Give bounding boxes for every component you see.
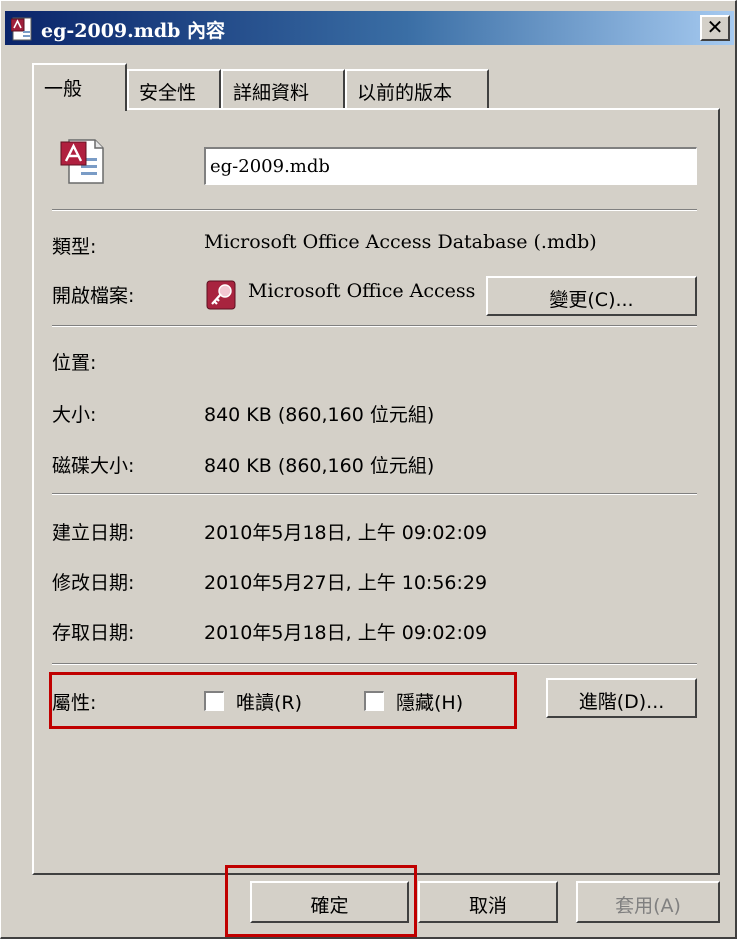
advanced-button[interactable]: 進階(D)... xyxy=(546,678,697,718)
tab-security-label: 安全性 xyxy=(139,82,197,104)
advanced-button-label: 進階(D)... xyxy=(578,691,665,713)
accessed-value: 2010年5月18日, 上午 09:02:09 xyxy=(204,622,488,644)
cancel-button[interactable]: 取消 xyxy=(418,881,558,923)
tab-previous-versions-label: 以前的版本 xyxy=(357,82,453,104)
modified-label: 修改日期: xyxy=(52,572,135,594)
accessed-label: 存取日期: xyxy=(52,622,135,644)
cancel-button-label: 取消 xyxy=(468,895,507,917)
separator xyxy=(52,493,697,495)
file-name-field[interactable] xyxy=(204,147,697,185)
tab-details[interactable]: 詳細資料 xyxy=(221,69,345,109)
opens-with-label: 開啟檔案: xyxy=(52,285,135,307)
size-label: 大小: xyxy=(52,404,97,426)
size-value: 840 KB (860,160 位元組) xyxy=(204,404,435,426)
close-button[interactable]: ✕ xyxy=(700,15,730,41)
created-value: 2010年5月18日, 上午 09:02:09 xyxy=(204,522,488,544)
modified-value: 2010年5月27日, 上午 10:56:29 xyxy=(204,572,488,594)
general-tab-panel: 類型: Microsoft Office Access Database (.m… xyxy=(32,108,720,875)
type-value: Microsoft Office Access Database (.mdb) xyxy=(204,231,597,253)
separator xyxy=(52,209,697,211)
access-app-key-icon xyxy=(206,280,236,315)
change-button-label: 變更(C)... xyxy=(549,289,634,311)
access-database-icon xyxy=(59,136,109,191)
attributes-highlight-box xyxy=(49,672,517,729)
access-file-icon xyxy=(10,17,35,46)
location-label: 位置: xyxy=(52,352,97,374)
tab-details-label: 詳細資料 xyxy=(233,82,310,104)
apply-button-label: 套用(A) xyxy=(615,895,681,917)
tab-general-label: 一般 xyxy=(44,78,83,100)
tab-security[interactable]: 安全性 xyxy=(127,69,221,109)
type-label: 類型: xyxy=(52,236,97,258)
separator xyxy=(52,663,697,665)
title-bar[interactable]: eg-2009.mdb 內容 ✕ xyxy=(5,11,734,45)
opens-with-value: Microsoft Office Access xyxy=(248,280,476,302)
disk-size-value: 840 KB (860,160 位元組) xyxy=(204,455,435,477)
apply-button[interactable]: 套用(A) xyxy=(576,881,720,923)
tab-general[interactable]: 一般 xyxy=(32,63,127,111)
properties-dialog: eg-2009.mdb 內容 ✕ 一般 安全性 詳細資料 以前的版本 eg-20… xyxy=(0,0,737,939)
disk-size-label: 磁碟大小: xyxy=(52,455,135,477)
window-title: eg-2009.mdb 內容 xyxy=(41,20,226,42)
created-label: 建立日期: xyxy=(52,522,135,544)
close-icon: ✕ xyxy=(706,15,724,39)
separator xyxy=(52,325,697,327)
tab-previous-versions[interactable]: 以前的版本 xyxy=(345,69,489,109)
ok-highlight-box xyxy=(225,865,417,937)
change-button[interactable]: 變更(C)... xyxy=(486,276,697,316)
